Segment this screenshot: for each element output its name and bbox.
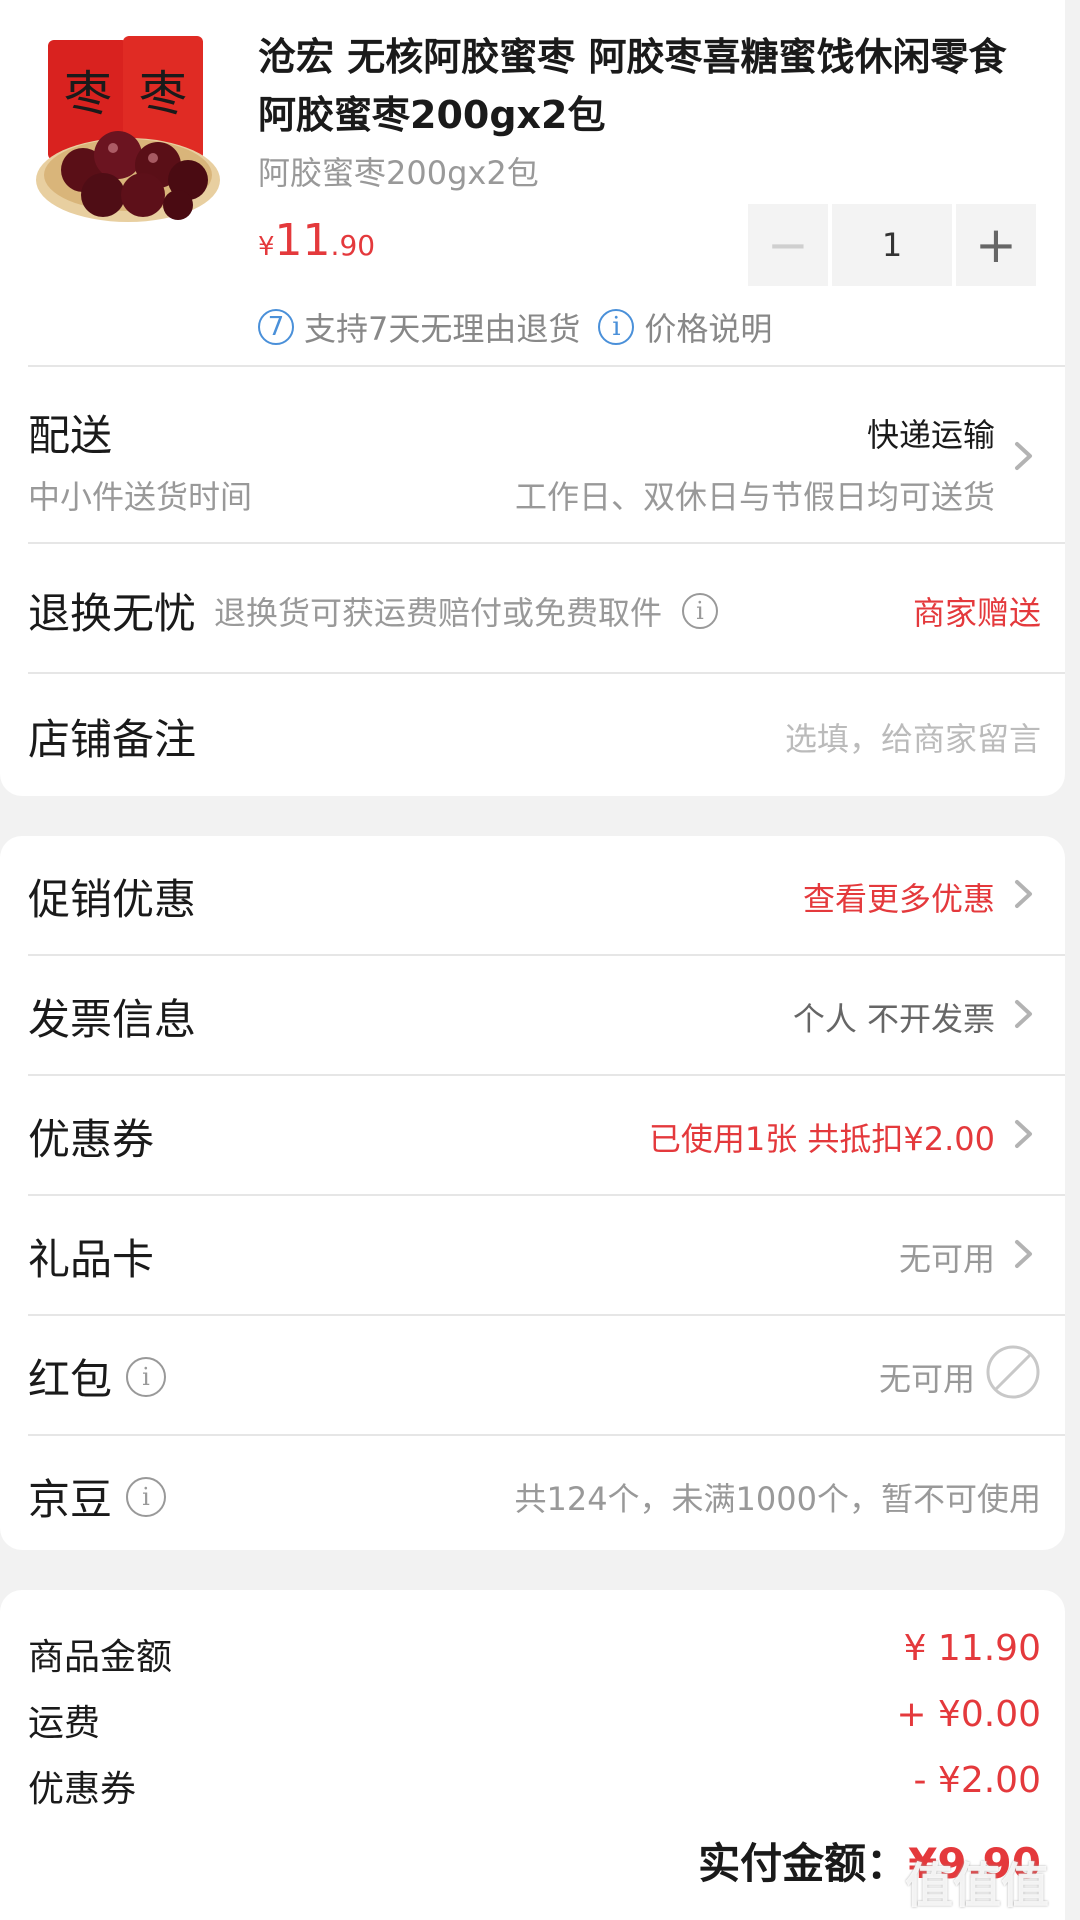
redpacket-label-wrap: 红包 i xyxy=(28,1346,167,1407)
freight-value: + ¥0.00 xyxy=(896,1694,1041,1735)
product-spec: 阿胶蜜枣200gx2包 xyxy=(258,154,539,192)
delivery-label: 配送 xyxy=(28,411,113,460)
service-badges: 7 支持7天无理由退货 i 价格说明 xyxy=(258,304,772,350)
svg-text:枣: 枣 xyxy=(139,66,187,122)
price-explain-link[interactable]: 价格说明 xyxy=(644,304,772,350)
info-icon[interactable]: i xyxy=(126,1476,167,1517)
quantity-value[interactable]: 1 xyxy=(832,204,952,286)
giftcard-label: 礼品卡 xyxy=(28,1235,155,1284)
increase-button[interactable]: + xyxy=(956,204,1036,286)
divider xyxy=(28,365,1065,367)
info-icon[interactable]: i xyxy=(126,1356,167,1397)
info-icon: i xyxy=(598,309,635,345)
price-decimal: .90 xyxy=(330,229,376,262)
invoice-label: 发票信息 xyxy=(28,995,197,1044)
returns-desc-wrap: 退换货可获运费赔付或免费取件 i xyxy=(214,588,719,634)
return-policy-text[interactable]: 支持7天无理由退货 xyxy=(304,304,580,350)
chevron-right-icon xyxy=(1003,874,1043,914)
delivery-time-label: 中小件送货时间 xyxy=(28,478,253,516)
divider xyxy=(28,542,1065,544)
coupon-summary-label: 优惠券 xyxy=(28,1769,137,1810)
chevron-right-icon xyxy=(1003,1234,1043,1274)
divider xyxy=(28,672,1065,674)
freight-label: 运费 xyxy=(28,1703,101,1744)
divider xyxy=(28,1434,1065,1436)
info-icon[interactable]: i xyxy=(682,593,719,629)
decrease-button[interactable]: − xyxy=(748,204,828,286)
giftcard-value: 无可用 xyxy=(898,1240,995,1278)
goods-amount-label: 商品金额 xyxy=(28,1637,173,1678)
returns-label: 退换无忧 xyxy=(28,589,197,638)
redpacket-label: 红包 xyxy=(28,1355,113,1404)
chevron-right-icon xyxy=(1003,1114,1043,1154)
jingdou-label: 京豆 xyxy=(28,1475,113,1524)
total-pay-label: 实付金额： xyxy=(698,1839,909,1888)
product-price: ¥11.90 xyxy=(258,215,375,266)
divider xyxy=(28,1314,1065,1316)
returns-desc: 退换货可获运费赔付或免费取件 xyxy=(214,594,663,632)
product-title[interactable]: 沧宏 无核阿胶蜜枣 阿胶枣喜糖蜜饯休闲零食阿胶蜜枣200gx2包 xyxy=(258,28,1018,144)
store-note-label: 店铺备注 xyxy=(28,715,197,764)
quantity-stepper: − 1 + xyxy=(748,204,1036,286)
price-currency: ¥ xyxy=(258,232,275,262)
coupon-value: 已使用1张 共抵扣¥2.00 xyxy=(648,1120,995,1158)
divider xyxy=(28,954,1065,956)
goods-amount-value: ¥ 11.90 xyxy=(903,1628,1041,1669)
price-integer: 11 xyxy=(274,215,331,266)
svg-text:枣: 枣 xyxy=(64,66,112,122)
delivery-method: 快递运输 xyxy=(866,416,995,454)
chevron-right-icon xyxy=(1003,994,1043,1034)
promo-label: 促销优惠 xyxy=(28,875,197,924)
divider xyxy=(28,1074,1065,1076)
divider xyxy=(28,1194,1065,1196)
delivery-time-value: 工作日、双休日与节假日均可送货 xyxy=(514,478,995,516)
summary-card: 商品金额 ¥ 11.90 运费 + ¥0.00 优惠券 - ¥2.00 实付金额… xyxy=(0,1590,1065,1920)
invoice-value: 个人 不开发票 xyxy=(792,1000,995,1038)
redpacket-value: 无可用 xyxy=(878,1360,975,1398)
coupon-label: 优惠券 xyxy=(28,1115,155,1164)
store-note-input[interactable]: 选填，给商家留言 xyxy=(785,714,1041,760)
prohibited-icon xyxy=(985,1344,1041,1400)
product-thumbnail[interactable]: 枣 枣 xyxy=(28,30,228,230)
seven-day-icon: 7 xyxy=(258,309,294,345)
coupon-summary-value: - ¥2.00 xyxy=(913,1760,1042,1801)
chevron-right-icon xyxy=(1003,436,1043,476)
order-card: 枣 枣 沧宏 无核阿胶蜜枣 阿胶枣喜糖蜜饯休闲零食阿胶蜜枣200gx2包 阿胶蜜… xyxy=(0,0,1065,796)
promo-value: 查看更多优惠 xyxy=(802,880,995,918)
watermark: 值值值 xyxy=(904,1858,1049,1914)
jingdou-value: 共124个，未满1000个，暂不可使用 xyxy=(514,1480,1041,1518)
options-card: 促销优惠 查看更多优惠 发票信息 个人 不开发票 优惠券 已使用1张 共抵扣¥2… xyxy=(0,836,1065,1550)
jingdou-label-wrap: 京豆 i xyxy=(28,1466,167,1527)
returns-value: 商家赠送 xyxy=(912,594,1041,632)
